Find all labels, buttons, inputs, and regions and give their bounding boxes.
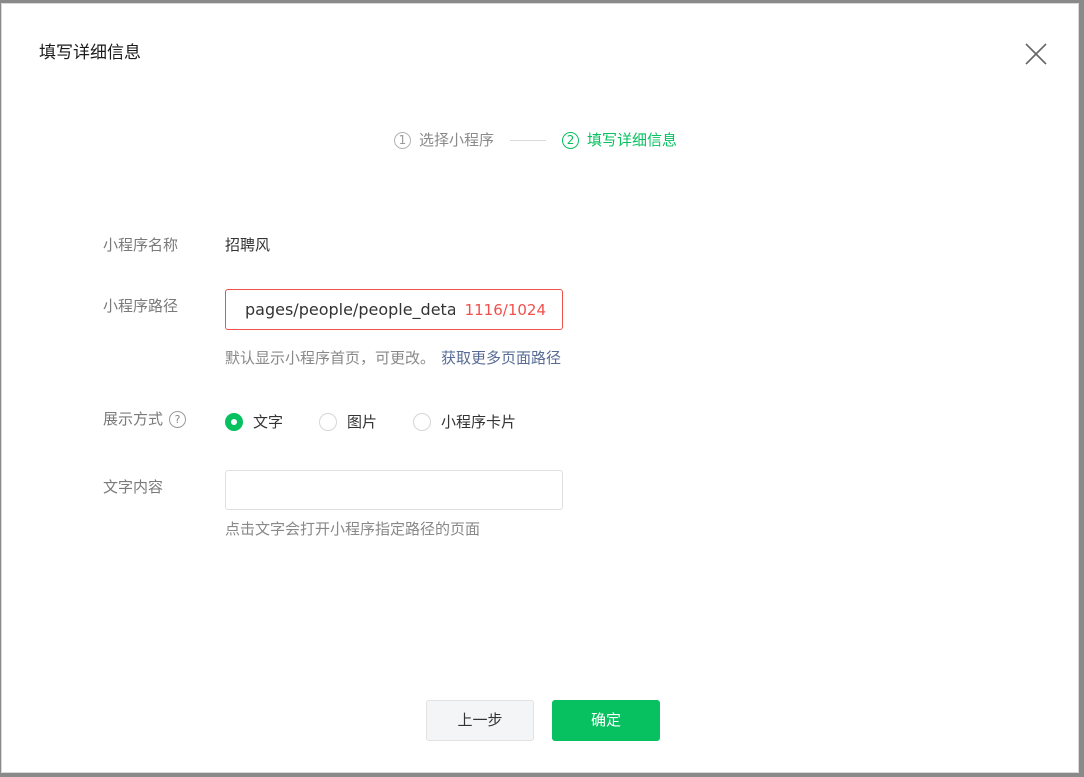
- radio-unchecked-icon: [413, 413, 432, 431]
- close-icon[interactable]: [1022, 40, 1050, 68]
- previous-step-button[interactable]: 上一步: [426, 700, 534, 741]
- radio-checked-icon: [225, 413, 243, 431]
- path-hint-text: 默认显示小程序首页，可更改。: [225, 349, 436, 367]
- display-mode-label: 展示方式?: [103, 408, 187, 430]
- radio-text[interactable]: 文字: [225, 411, 283, 433]
- dialog-title: 填写详细信息: [39, 43, 141, 63]
- step-select-miniprogram: 1 选择小程序: [394, 129, 494, 151]
- radio-label: 图片: [347, 413, 378, 431]
- display-mode-radio-group: 文字 图片 小程序卡片: [225, 411, 552, 433]
- radio-unchecked-icon: [319, 413, 338, 431]
- steps-indicator: 1 选择小程序 2 填写详细信息: [394, 129, 677, 151]
- radio-miniprogram-card[interactable]: 小程序卡片: [413, 411, 516, 433]
- path-char-count: 1116/1024: [464, 301, 546, 319]
- step-fill-details: 2 填写详细信息: [562, 129, 677, 151]
- miniprogram-name-label: 小程序名称: [103, 236, 179, 254]
- step-label: 选择小程序: [419, 131, 495, 149]
- step-label: 填写详细信息: [587, 131, 678, 149]
- text-content-input[interactable]: [225, 470, 563, 510]
- text-content-hint: 点击文字会打开小程序指定路径的页面: [225, 520, 481, 538]
- step-number: 1: [394, 131, 411, 149]
- radio-image[interactable]: 图片: [319, 411, 377, 433]
- help-icon[interactable]: ?: [169, 411, 187, 428]
- text-content-label: 文字内容: [103, 478, 164, 496]
- confirm-button[interactable]: 确定: [552, 700, 660, 741]
- dialog: 填写详细信息 1 选择小程序 2 填写详细信息 小程序名称 招聘风 小程序路径 …: [1, 3, 1079, 773]
- more-paths-link[interactable]: 获取更多页面路径: [441, 349, 561, 367]
- miniprogram-name-value: 招聘风: [225, 236, 271, 254]
- miniprogram-path-label: 小程序路径: [103, 297, 179, 315]
- radio-label: 文字: [253, 413, 284, 431]
- miniprogram-path-input[interactable]: pages/people/people_detail 1116/1024: [225, 289, 563, 330]
- step-divider: [510, 139, 547, 141]
- path-hint: 默认显示小程序首页，可更改。 获取更多页面路径: [225, 347, 561, 369]
- display-mode-label-text: 展示方式: [103, 410, 164, 428]
- radio-label: 小程序卡片: [441, 413, 517, 431]
- step-number: 2: [562, 131, 580, 149]
- path-input-value: pages/people/people_detail: [245, 300, 455, 319]
